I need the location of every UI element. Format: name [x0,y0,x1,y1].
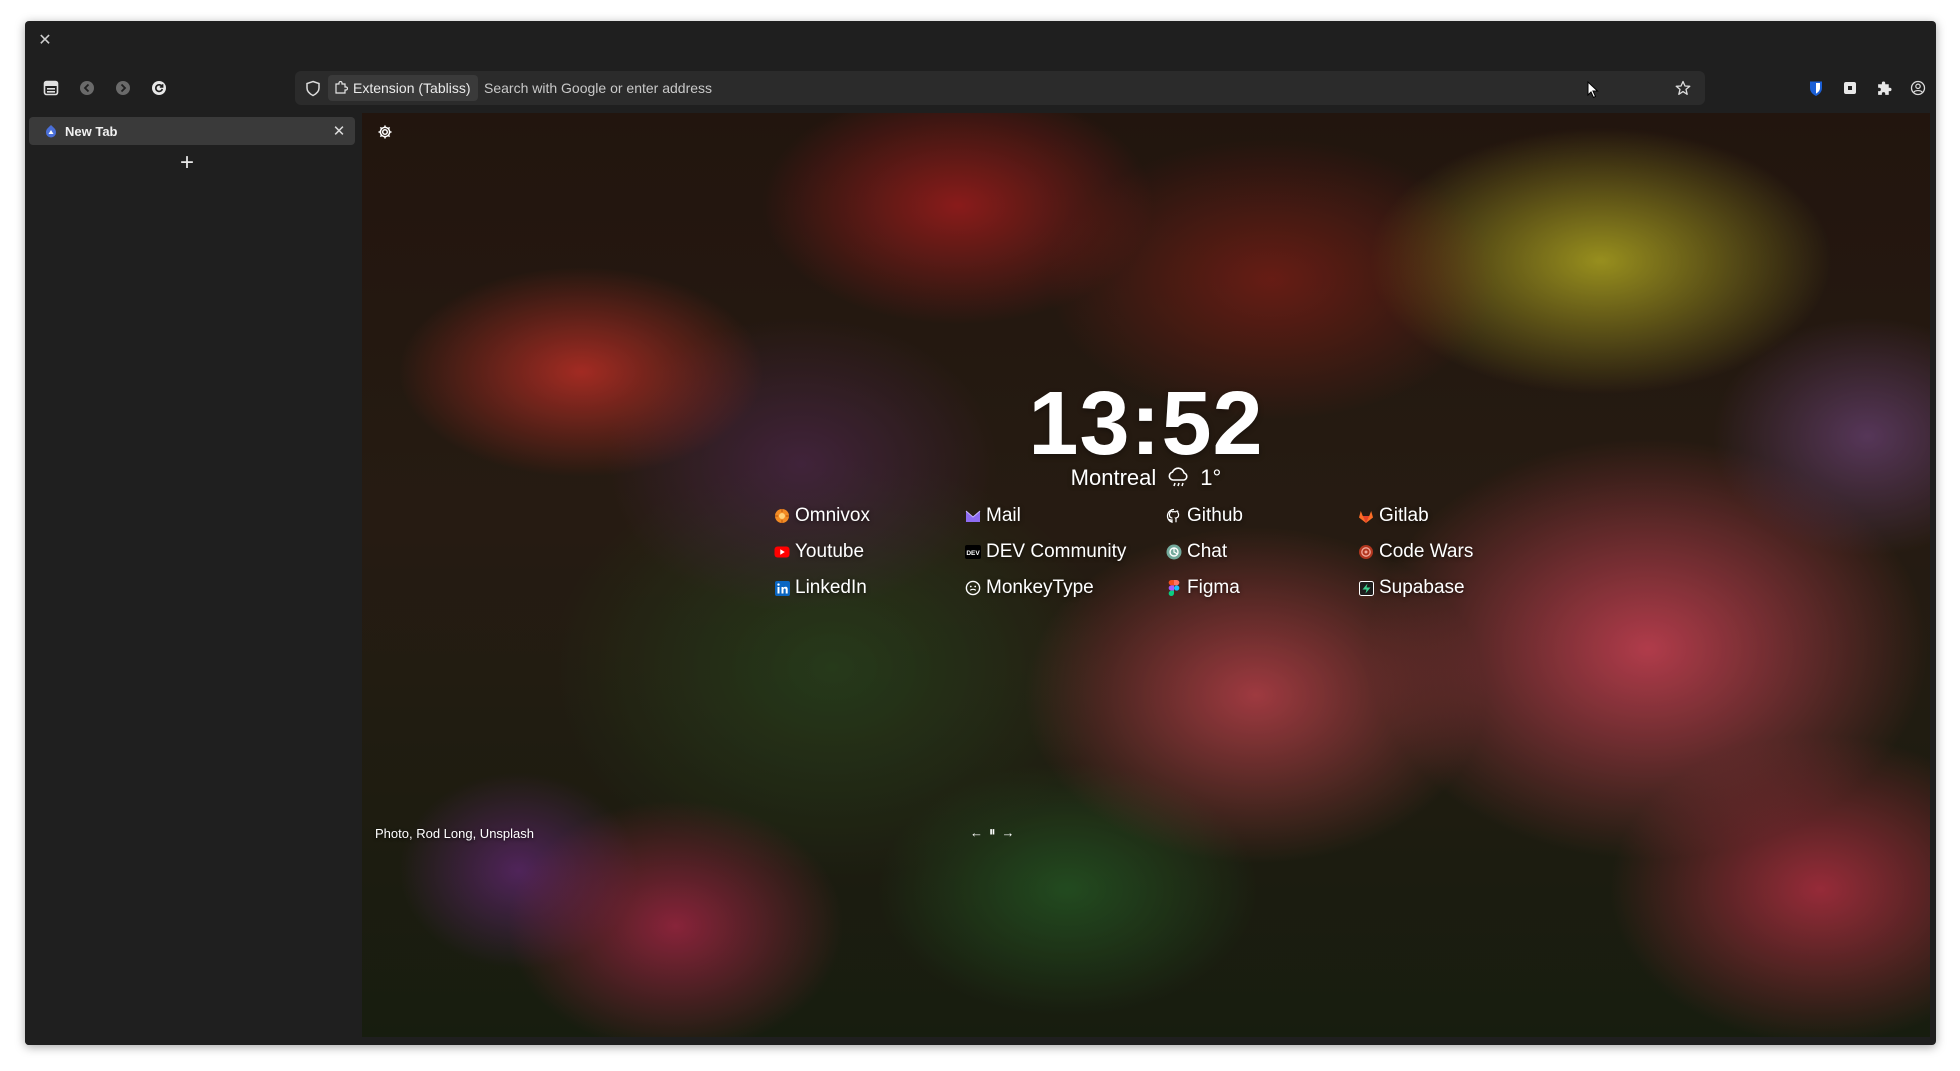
github-icon [1166,508,1182,524]
quick-link-chat[interactable]: Chat [1166,538,1358,566]
gitlab-icon [1358,508,1374,524]
quick-link-linkedin[interactable]: LinkedIn [774,574,965,602]
new-tab-page: 13:52 Montreal 1° Omnivox Mail Github Gi… [362,113,1930,1037]
title-bar: ✕ [25,21,1936,61]
bookmark-star-icon[interactable] [1673,78,1693,98]
previous-background-arrow-icon[interactable]: ← [970,825,983,840]
pause-background-icon[interactable]: ⏸ [989,824,996,840]
vertical-tabs-sidebar: New Tab ✕ + [25,113,362,1045]
monkeytype-icon [965,580,981,596]
quick-link-monkeytype[interactable]: MonkeyType [965,574,1166,602]
mouse-cursor-icon [1586,80,1600,99]
url-bar[interactable]: Extension (Tabliss) [295,71,1705,105]
account-icon[interactable] [1907,77,1929,99]
reload-icon[interactable] [148,77,170,99]
quick-links-grid: Omnivox Mail Github Gitlab Youtube DEV D… [774,502,1548,602]
svg-text:DEV: DEV [966,550,980,557]
extensions-icon[interactable] [1873,77,1895,99]
window-close-button[interactable]: ✕ [35,31,55,51]
quick-link-omnivox[interactable]: Omnivox [774,502,965,530]
quick-link-gitlab[interactable]: Gitlab [1358,502,1548,530]
youtube-icon [774,544,790,560]
dev-icon: DEV [965,544,981,560]
quick-link-youtube[interactable]: Youtube [774,538,965,566]
quick-link-dev-community[interactable]: DEV DEV Community [965,538,1166,566]
codewars-icon [1358,544,1374,560]
tab-new-tab[interactable]: New Tab ✕ [29,117,355,145]
settings-gear-icon[interactable] [375,122,395,142]
weather-city: Montreal [1070,465,1157,490]
quick-link-mail[interactable]: Mail [965,502,1166,530]
browser-window: ✕ Extension (Tabliss) Search with Google… [25,21,1936,1045]
address-input[interactable] [480,71,1538,105]
linkedin-icon [774,580,790,596]
quick-link-supabase[interactable]: Supabase [1358,574,1548,602]
forward-icon[interactable] [112,77,134,99]
photo-credit[interactable]: Photo, Rod Long, Unsplash [375,826,534,841]
container-icon[interactable] [1839,77,1861,99]
chatgpt-icon [1166,544,1182,560]
next-background-arrow-icon[interactable]: → [1002,825,1015,840]
tab-close-icon[interactable]: ✕ [329,121,349,141]
puzzle-piece-icon [334,81,348,95]
cloud-rain-icon [1166,467,1190,489]
proton-mail-icon [965,508,981,524]
extension-identity-chip[interactable]: Extension (Tabliss) [328,75,478,101]
tab-favicon-icon [44,124,58,138]
background-controls: ← ⏸ → [970,824,1015,840]
quick-link-figma[interactable]: Figma [1166,574,1358,602]
omnivox-icon [774,508,790,524]
toolbar: Extension (Tabliss) [25,69,1936,107]
quick-link-github[interactable]: Github [1166,502,1358,530]
extension-label: Extension (Tabliss) [353,80,471,96]
figma-icon [1166,580,1182,596]
bitwarden-icon[interactable] [1805,77,1827,99]
tracking-protection-shield-icon[interactable] [303,78,323,98]
new-tab-button[interactable]: + [174,149,200,176]
clock: 13:52 [1028,374,1264,474]
weather-temperature: 1° [1200,465,1222,490]
tab-label: New Tab [65,123,118,139]
supabase-icon [1358,580,1374,596]
back-icon[interactable] [76,77,98,99]
weather-widget: Montreal 1° [362,465,1930,491]
sidebar-toggle-icon[interactable] [40,77,62,99]
quick-link-code-wars[interactable]: Code Wars [1358,538,1548,566]
